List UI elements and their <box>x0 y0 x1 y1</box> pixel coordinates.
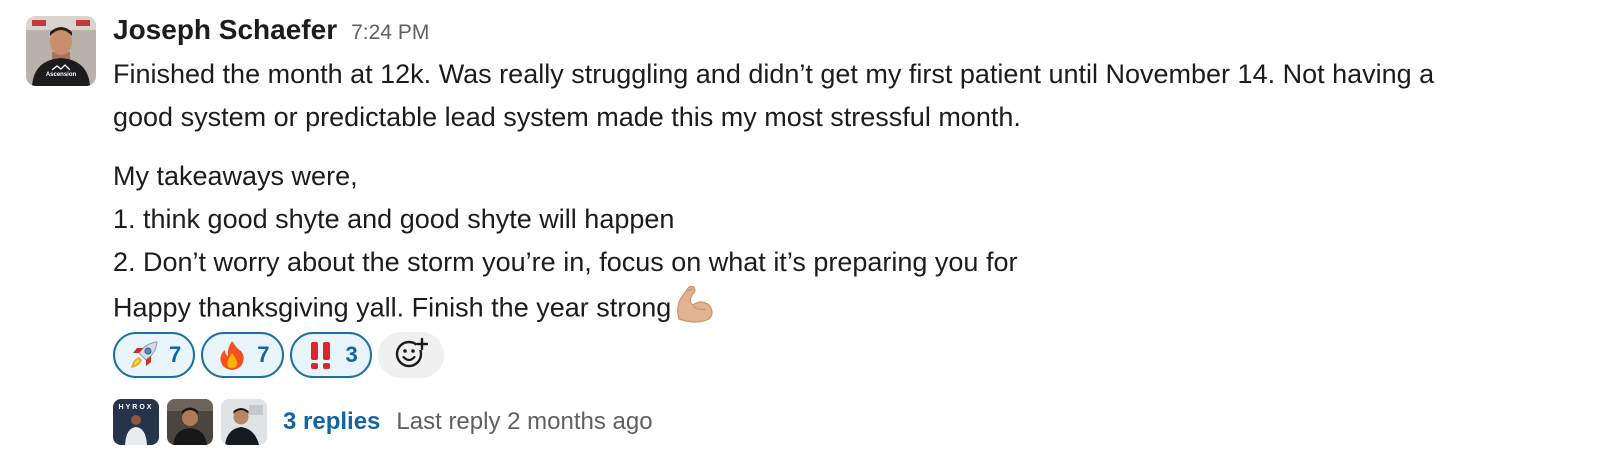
message-text-line: 1. think good shyte and good shyte will … <box>113 204 675 234</box>
last-reply-text: Last reply 2 months ago <box>396 408 653 435</box>
reaction-count: 7 <box>257 342 270 367</box>
reaction-count: 7 <box>169 342 182 367</box>
fire-icon <box>215 338 249 372</box>
reply-count-link[interactable]: 3 replies <box>283 408 380 436</box>
message-timestamp[interactable]: 7:24 PM <box>351 21 429 45</box>
message-text-line: good system or predictable lead system m… <box>113 102 1021 132</box>
message-text-line: 2. Don’t worry about the storm you’re in… <box>113 247 1018 277</box>
double-exclamation-icon <box>304 338 338 372</box>
flexed-biceps-icon <box>673 285 715 334</box>
message-header: Joseph Schaefer 7:24 PM <box>113 14 429 48</box>
reaction-count: 3 <box>345 342 358 367</box>
sender-name[interactable]: Joseph Schaefer <box>113 14 337 46</box>
message-text-line: Happy thanksgiving yall. Finish the year… <box>113 292 672 323</box>
sender-avatar-image: Ascension <box>26 16 96 86</box>
reaction-fire[interactable]: 7 <box>201 332 284 378</box>
add-reaction-button[interactable] <box>377 332 444 378</box>
add-reaction-icon <box>394 336 428 375</box>
thread-summary[interactable]: HYROX 3 replies Last reply 2 months ago <box>113 398 653 446</box>
rocket-icon <box>127 338 161 372</box>
reaction-rocket[interactable]: 7 <box>113 332 196 378</box>
message-text-line: Finished the month at 12k. Was really st… <box>113 59 1435 89</box>
message-last-line: Happy thanksgiving yall. Finish the year… <box>113 285 715 334</box>
replier-avatar[interactable] <box>167 399 213 445</box>
avatar-shirt-text: Ascension <box>46 72 77 78</box>
sender-avatar[interactable]: Ascension <box>26 16 96 86</box>
reaction-double-exclamation[interactable]: 3 <box>289 332 372 378</box>
message-text-line: My takeaways were, <box>113 161 358 191</box>
replier-avatar[interactable] <box>221 399 267 445</box>
replier-avatar-text: HYROX <box>119 404 154 411</box>
replier-avatar[interactable]: HYROX <box>113 399 159 445</box>
reactions-bar: 7 7 3 <box>113 332 444 378</box>
